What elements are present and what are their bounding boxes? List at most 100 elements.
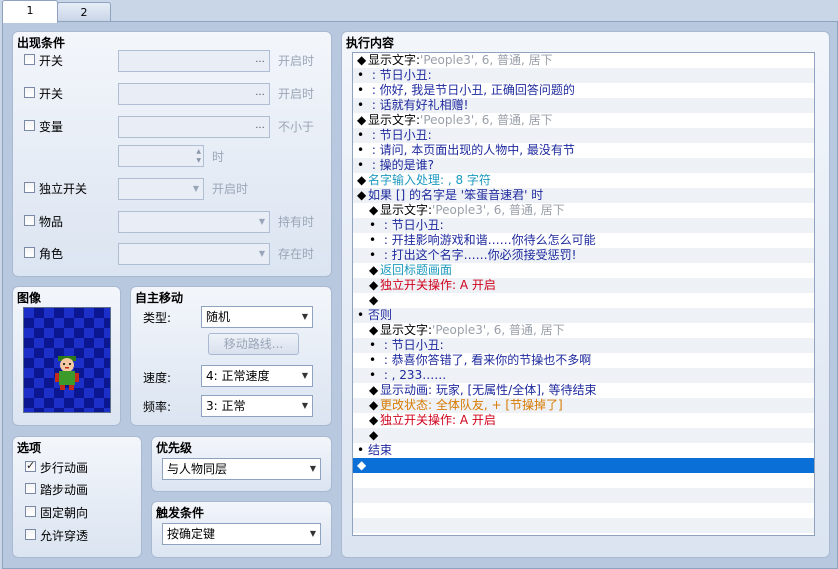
command-line[interactable]: • : 节日小丑: — [353, 218, 814, 233]
bullet-icon: • — [369, 353, 377, 367]
switch2-field[interactable]: ... — [118, 83, 270, 105]
command-line[interactable]: ◆ 更改状态: 全体队友, + [节操掉了] — [353, 398, 814, 413]
bullet-icon: • — [369, 338, 377, 352]
bullet-icon: • — [357, 158, 365, 172]
variable-value-spinner[interactable]: ▲ ▼ — [118, 145, 204, 167]
switch2-checkbox[interactable] — [24, 87, 35, 98]
command-line[interactable]: • : 节日小丑: — [353, 68, 814, 83]
command-line[interactable]: ◆ — [353, 458, 814, 473]
command-line[interactable]: • : 开挂影响游戏和谐……你待么怎么可能 — [353, 233, 814, 248]
direction-fix-checkbox[interactable] — [25, 506, 36, 517]
switch2-select-button[interactable]: ... — [252, 85, 268, 103]
switch1-select-button[interactable]: ... — [252, 52, 268, 70]
diamond-icon: ◆ — [369, 203, 379, 217]
command-line[interactable]: • : 你好, 我是节日小丑, 正确回答问题的 — [353, 83, 814, 98]
diamond-icon: ◆ — [357, 53, 367, 67]
priority-title: 优先级 — [156, 441, 193, 455]
through-checkbox[interactable] — [25, 529, 36, 540]
spinner-arrows-icon[interactable]: ▲ ▼ — [196, 147, 201, 165]
event-graphic-preview[interactable] — [23, 307, 111, 413]
image-panel: 图像 — [12, 286, 121, 426]
options-panel: 选项 步行动画 踏步动画 固定朝向 允许穿透 — [12, 436, 142, 558]
variable-field[interactable]: ... — [118, 116, 270, 138]
trigger-value: 按确定键 — [167, 527, 216, 541]
command-text: : 节日小丑: — [368, 68, 432, 82]
self-switch-hint: 开启时 — [212, 182, 249, 196]
variable-select-button[interactable]: ... — [252, 118, 268, 136]
command-line[interactable]: ◆ 返回标题画面 — [353, 263, 814, 278]
switch2-hint: 开启时 — [278, 87, 315, 101]
switch1-hint: 开启时 — [278, 54, 315, 68]
command-line[interactable] — [353, 473, 814, 488]
command-line[interactable]: ◆ 如果 [] 的名字是 '笨蛋音速君' 时 — [353, 188, 814, 203]
bullet-icon: • — [357, 68, 365, 82]
variable-checkbox[interactable] — [24, 120, 35, 131]
diamond-icon: ◆ — [357, 188, 367, 202]
chevron-down-icon: ▼ — [192, 184, 199, 193]
command-line[interactable]: ◆ — [353, 293, 814, 308]
command-text: 返回标题画面 — [380, 263, 453, 277]
command-line[interactable]: ◆ 名字输入处理: , 8 字符 — [353, 173, 814, 188]
item-hint: 持有时 — [278, 215, 315, 229]
item-checkbox[interactable] — [24, 215, 35, 226]
command-line[interactable] — [353, 488, 814, 503]
move-type-select[interactable]: 随机 ▼ — [201, 306, 313, 328]
switch1-checkbox[interactable] — [24, 54, 35, 65]
command-line[interactable]: ◆ 独立开关操作: A 开启 — [353, 413, 814, 428]
command-line[interactable]: • : 打出这个名字……你必须接受惩罚! — [353, 248, 814, 263]
priority-select[interactable]: 与人物同层 ▼ — [162, 458, 321, 480]
switch1-field[interactable]: ... — [118, 50, 270, 72]
options-title: 选项 — [17, 441, 42, 455]
clown-sprite-icon — [55, 356, 79, 390]
move-speed-select[interactable]: 4: 正常速度 ▼ — [201, 365, 313, 387]
command-text: 显示文字: — [368, 113, 421, 127]
command-text: 如果 [] 的名字是 '笨蛋音速君' 时 — [368, 188, 544, 202]
trigger-select[interactable]: 按确定键 ▼ — [162, 523, 321, 545]
move-route-button[interactable]: 移动路线... — [208, 333, 299, 355]
tab-page-2[interactable]: 2 — [57, 2, 111, 22]
self-switch-select[interactable]: ▼ — [118, 178, 204, 200]
command-line[interactable] — [353, 503, 814, 518]
command-line[interactable]: • 否则 — [353, 308, 814, 323]
stepping-anim-checkbox[interactable] — [25, 483, 36, 494]
move-frequency-select[interactable]: 3: 正常 ▼ — [201, 395, 313, 417]
self-switch-label: 独立开关 — [39, 182, 88, 196]
command-line[interactable]: ◆ 显示文字:'People3', 6, 普通, 居下 — [353, 323, 814, 338]
command-line[interactable]: ◆ 独立开关操作: A 开启 — [353, 278, 814, 293]
command-line[interactable]: • 结束 — [353, 443, 814, 458]
direction-fix-label: 固定朝向 — [40, 506, 89, 520]
command-list[interactable]: ◆ 显示文字:'People3', 6, 普通, 居下 • : 节日小丑: • : 你… — [352, 52, 815, 536]
stepping-anim-label: 踏步动画 — [40, 483, 89, 497]
command-line[interactable]: ◆ 显示动画: 玩家, [无属性/全体], 等待结束 — [353, 383, 814, 398]
command-line[interactable]: • : 话就有好礼相赠! — [353, 98, 814, 113]
command-line[interactable]: • : , 233…… — [353, 368, 814, 383]
priority-value: 与人物同层 — [167, 462, 228, 476]
tab-page-1[interactable]: 1 — [2, 0, 58, 23]
command-line[interactable]: • : 恭喜你答错了, 看来你的节操也不多啊 — [353, 353, 814, 368]
bullet-icon: • — [357, 128, 365, 142]
command-line[interactable]: • : 操的是谁? — [353, 158, 814, 173]
through-label: 允许穿透 — [40, 529, 89, 543]
move-speed-label: 速度: — [143, 371, 172, 385]
command-line[interactable]: ◆ 显示文字:'People3', 6, 普通, 居下 — [353, 113, 814, 128]
command-line[interactable]: ◆ — [353, 428, 814, 443]
contents-title: 执行内容 — [346, 36, 395, 50]
diamond-icon: ◆ — [357, 458, 367, 472]
item-select[interactable]: ▼ — [118, 211, 270, 233]
chevron-down-icon: ▼ — [309, 464, 316, 473]
walking-anim-checkbox[interactable] — [25, 459, 36, 472]
command-line[interactable]: • : 节日小丑: — [353, 128, 814, 143]
command-line[interactable] — [353, 518, 814, 533]
actor-select[interactable]: ▼ — [118, 243, 270, 265]
diamond-icon: ◆ — [369, 428, 379, 442]
command-line[interactable]: ◆ 显示文字:'People3', 6, 普通, 居下 — [353, 53, 814, 68]
command-line[interactable]: ◆ 显示文字:'People3', 6, 普通, 居下 — [353, 203, 814, 218]
actor-checkbox[interactable] — [24, 247, 35, 258]
bullet-icon: • — [357, 443, 365, 457]
self-switch-checkbox[interactable] — [24, 182, 35, 193]
command-text: 'People3', 6, 普通, 居下 — [432, 323, 565, 337]
command-line[interactable]: • : 节日小丑: — [353, 338, 814, 353]
command-line[interactable]: • : 请问, 本页面出现的人物中, 最没有节 — [353, 143, 814, 158]
bullet-icon: • — [357, 143, 365, 157]
command-text: 结束 — [368, 443, 393, 457]
